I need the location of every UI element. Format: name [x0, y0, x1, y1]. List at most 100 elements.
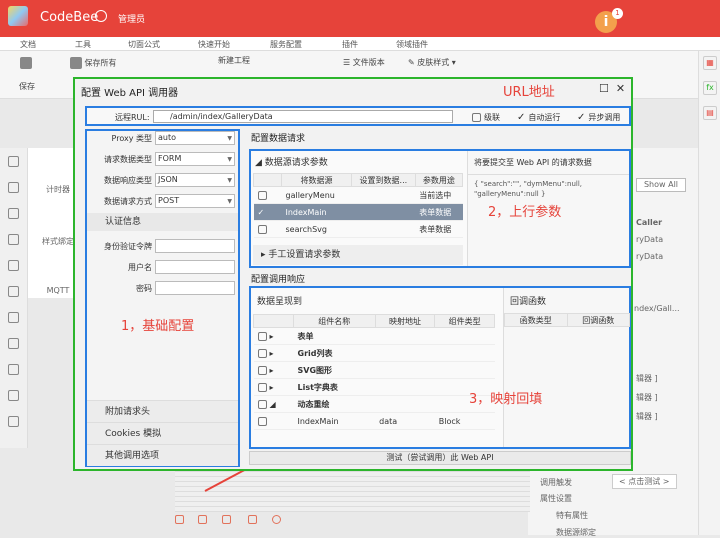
caller-label: Caller [636, 218, 663, 227]
config-row-resptype: 数据响应类型 JSON [87, 173, 238, 187]
file-version-button[interactable]: ☰ 文件版本 [343, 57, 385, 68]
url-label: 远程RUL: [115, 113, 150, 122]
proxy-select[interactable]: auto [155, 131, 235, 145]
table-icon[interactable]: ▦ [703, 56, 717, 70]
tool-icon-11[interactable] [8, 416, 19, 427]
table-row[interactable]: ▸ SVG图形 [253, 361, 495, 379]
app-name: CodeBee [40, 10, 99, 25]
tool-icon-2[interactable] [8, 182, 19, 193]
skin-button[interactable]: ✎ 皮肤样式 ▾ [408, 57, 456, 68]
menu-plugins[interactable]: 插件 [342, 39, 358, 50]
maximize-icon[interactable]: ☐ [599, 82, 609, 95]
tool-icon-9[interactable] [8, 364, 19, 375]
close-icon[interactable]: ✕ [616, 82, 625, 95]
extra-headers-section[interactable]: 附加请求头 [87, 400, 238, 422]
callback-panel: 回调函数 函数类型 回调函数 [503, 288, 630, 447]
node-icon-1[interactable] [175, 515, 184, 524]
node-icon-5[interactable] [272, 515, 281, 524]
upload-params-annotation: 2，上行参数 [488, 205, 562, 220]
password-input[interactable] [155, 281, 235, 295]
username-row: 用户名 [87, 260, 238, 274]
list-icon: ☰ [343, 58, 351, 67]
table-row[interactable]: ▸ 表单 [253, 327, 495, 345]
save-all-label: 保存所有 [84, 58, 117, 68]
show-all-button[interactable]: Show All [636, 178, 686, 192]
table-row[interactable]: ▸ List字典表 [253, 378, 495, 396]
response-type-select[interactable]: JSON [155, 173, 235, 187]
node-icon-3[interactable] [222, 515, 231, 524]
special-attrs-label[interactable]: 特有属性 [556, 510, 588, 521]
app-logo [8, 6, 28, 26]
preview-body: { "search":"", "dymMenu":null, "galleryM… [474, 180, 583, 198]
username[interactable]: 管理员 [118, 12, 145, 25]
click-test-field[interactable]: < 点击测试 > [612, 474, 677, 489]
save-button[interactable]: 保存 [19, 81, 35, 92]
config-row-reqtype: 请求数据类型 FORM [87, 152, 238, 166]
attr-settings-label[interactable]: 属性设置 [540, 493, 572, 504]
source-params-title[interactable]: ◢ 数据源请求参数 [255, 155, 328, 168]
table-row[interactable]: ✓ IndexMain 表单数据 [253, 203, 463, 221]
request-preview: 将要提交至 Web API 的请求数据 { "search":"", "dymM… [467, 151, 629, 266]
callback-table: 函数类型 回调函数 [504, 313, 630, 327]
table-row[interactable]: galleryMenu 当前选中 [253, 186, 463, 204]
palette-icon: ✎ [408, 58, 415, 67]
config-row-method: 数据请求方式 POST [87, 194, 238, 208]
config-row-proxy: Proxy 类型 auto [87, 131, 238, 145]
request-table: 将数据源 设置到数据... 参数用途 galleryMenu 当前选中 ✓ IndexM… [253, 173, 464, 238]
request-type-select[interactable]: FORM [155, 152, 235, 166]
autorun-checkbox[interactable]: ✓ 自动运行 [517, 112, 560, 123]
menu-bar: 文档 工具 切面公式 快速开始 服务配置 插件 领域插件 [0, 37, 720, 51]
manual-params-section[interactable]: ▸ 手工设置请求参数 [253, 245, 463, 265]
save-icon[interactable] [20, 57, 32, 69]
left-toolbar [0, 148, 28, 448]
fx-icon[interactable]: fx [703, 81, 717, 95]
prop-item-3: ndex/Gall... [634, 304, 680, 313]
binding-2[interactable]: 辑器 ] [636, 392, 658, 403]
notification-count: 1 [612, 8, 623, 19]
menu-service[interactable]: 服务配置 [270, 39, 302, 50]
method-select[interactable]: POST [155, 194, 235, 208]
node-icon-2[interactable] [198, 515, 207, 524]
tool-icon-7[interactable] [8, 312, 19, 323]
test-api-button[interactable]: 测试（尝试调用）此 Web API [249, 451, 631, 465]
tool-icon-3[interactable] [8, 208, 19, 219]
auth-header[interactable]: 认证信息 [87, 213, 238, 231]
cookies-section[interactable]: Cookies 模拟 [87, 422, 238, 444]
tool-icon-5[interactable] [8, 260, 19, 271]
mapping-annotation: 3，映射回填 [469, 392, 543, 407]
title-bar: CodeBee 管理员 i 1 [0, 0, 720, 37]
web-api-dialog: 配置 Web API 调用器 URL地址 ☐ ✕ 远程RUL: /admin/i… [73, 77, 633, 471]
display-title: 数据呈现到 [257, 297, 303, 307]
new-project-button[interactable]: 新建工程 [218, 55, 250, 66]
token-input[interactable] [155, 239, 235, 253]
table-row[interactable]: ◢ 动态重绘 [253, 395, 495, 413]
password-row: 密码 [87, 281, 238, 295]
url-input[interactable]: /admin/index/GalleryData [153, 110, 453, 123]
username-input[interactable] [155, 260, 235, 274]
data-bind-label[interactable]: 数据源绑定 [556, 527, 596, 538]
tool-icon-10[interactable] [8, 390, 19, 401]
table-row[interactable]: searchSvg 表单数据 [253, 220, 463, 238]
menu-docs[interactable]: 文档 [20, 39, 36, 50]
menu-tools[interactable]: 工具 [75, 39, 91, 50]
callback-title: 回调函数 [510, 297, 547, 307]
tool-icon-8[interactable] [8, 338, 19, 349]
user-icon[interactable] [95, 10, 107, 22]
table-row[interactable]: IndexMain data Block [253, 412, 495, 430]
menu-aspect[interactable]: 切面公式 [128, 39, 160, 50]
menu-domain-plugins[interactable]: 领域插件 [396, 39, 428, 50]
binding-1[interactable]: 辑器 ] [636, 373, 658, 384]
menu-quickstart[interactable]: 快速开始 [198, 39, 230, 50]
async-checkbox[interactable]: ✓ 异步调用 [577, 112, 620, 123]
tool-icon-1[interactable] [8, 156, 19, 167]
binding-3[interactable]: 辑器 ] [636, 411, 658, 422]
tool-icon-6[interactable] [8, 286, 19, 297]
doc-icon[interactable]: ▤ [703, 106, 717, 120]
table-row[interactable]: ▸ Grid列表 [253, 344, 495, 362]
node-icon-4[interactable] [248, 515, 257, 524]
response-table: 组件名称 映射地址 组件类型 ▸ 表单 ▸ Grid列表 ▸ SVG图形 ▸ List字典表… [253, 314, 495, 430]
cascade-checkbox[interactable]: 级联 [472, 112, 500, 123]
other-options-section[interactable]: 其他调用选项 [87, 444, 238, 466]
save-all-button[interactable]: 保存所有 [70, 57, 117, 69]
tool-icon-4[interactable] [8, 234, 19, 245]
